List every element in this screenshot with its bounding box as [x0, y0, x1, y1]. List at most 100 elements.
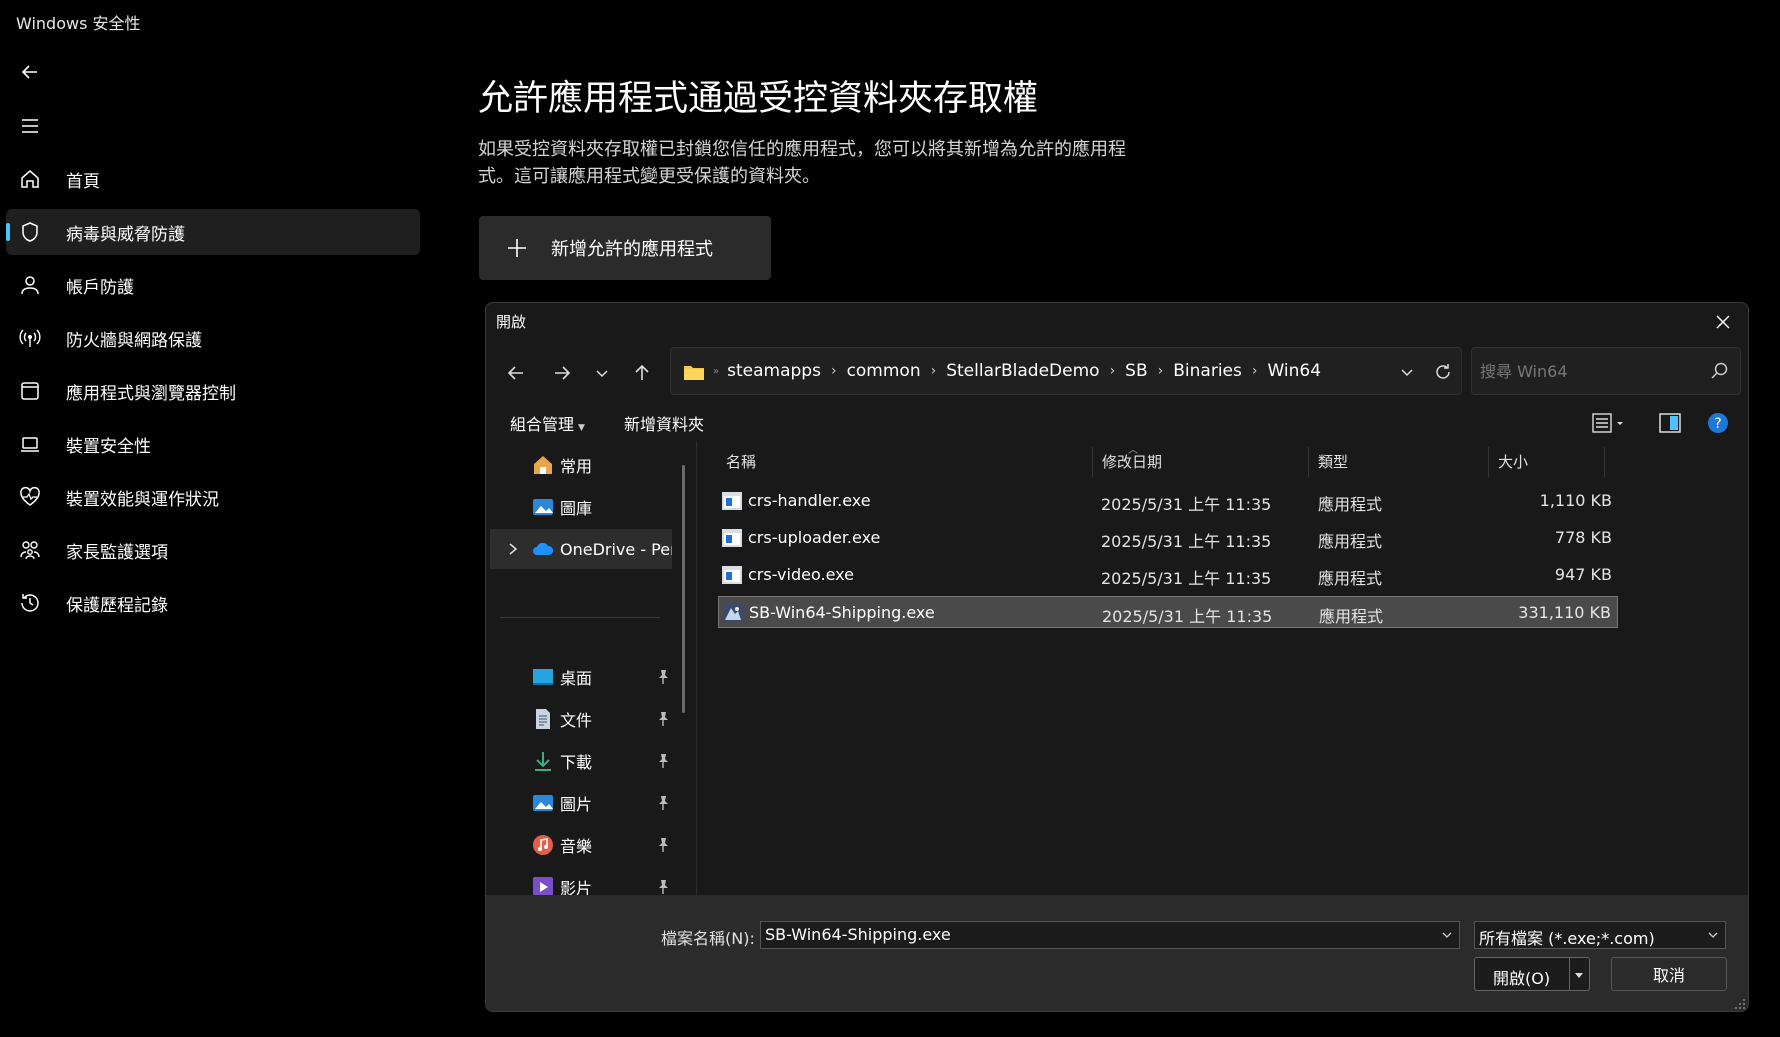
add-allowed-app-button[interactable]: 新增允許的應用程式 — [479, 216, 771, 280]
chevron-right-icon[interactable]: › — [1158, 363, 1164, 379]
refresh-icon — [1436, 364, 1450, 379]
family-icon — [18, 538, 42, 562]
search-icon[interactable] — [1710, 361, 1730, 381]
sidebar-item-app-browser[interactable]: 應用程式與瀏覽器控制 — [6, 368, 420, 414]
up-button[interactable] — [624, 355, 660, 391]
file-list-header: ︿ 名稱 修改日期 類型 大小 — [700, 441, 1748, 477]
file-date: 2025/5/31 上午 11:35 — [1101, 495, 1272, 514]
filename-input[interactable]: SB-Win64-Shipping.exe — [760, 921, 1460, 949]
column-header-type[interactable]: 類型 — [1318, 451, 1348, 472]
column-divider[interactable] — [1308, 447, 1309, 477]
column-header-date[interactable]: 修改日期 — [1102, 451, 1162, 472]
file-row[interactable]: crs-video.exe 2025/5/31 上午 11:35 應用程式 94… — [718, 559, 1618, 591]
home-icon — [18, 167, 42, 191]
chevron-down-icon[interactable] — [1441, 929, 1453, 941]
sidebar-item-firewall[interactable]: 防火牆與網路保護 — [6, 315, 420, 361]
new-folder-button[interactable]: 新增資料夾 — [624, 411, 704, 435]
chevron-right-icon[interactable]: › — [931, 363, 937, 379]
up-arrow-icon — [635, 364, 649, 380]
back-arrow-icon — [507, 366, 523, 380]
nav-item-pictures[interactable]: 圖片 — [490, 783, 672, 823]
cancel-button[interactable]: 取消 — [1611, 957, 1727, 991]
nav-item-music[interactable]: 音樂 — [490, 825, 672, 865]
dialog-close-button[interactable] — [1706, 307, 1740, 337]
nav-item-downloads[interactable]: 下載 — [490, 741, 672, 781]
exe-file-icon — [722, 529, 742, 547]
file-date: 2025/5/31 上午 11:35 — [1101, 569, 1272, 588]
app-title: Windows 安全性 — [16, 14, 141, 33]
sidebar-item-home[interactable]: 首頁 — [6, 156, 420, 202]
file-row-selected[interactable]: SB-Win64-Shipping.exe 2025/5/31 上午 11:35… — [718, 596, 1618, 628]
pin-icon — [659, 838, 668, 852]
file-size: 1,110 KB — [1539, 491, 1612, 510]
nav-item-onedrive[interactable]: OneDrive - Pers — [490, 529, 672, 569]
pane-divider[interactable] — [696, 441, 697, 895]
chevron-right-icon[interactable]: › — [831, 363, 837, 379]
refresh-button[interactable] — [1425, 356, 1461, 388]
column-divider[interactable] — [1092, 447, 1093, 477]
back-button[interactable] — [14, 56, 46, 88]
nav-item-documents[interactable]: 文件 — [490, 699, 672, 739]
sidebar-item-family[interactable]: 家長監護選項 — [6, 527, 420, 573]
sidebar-item-virus-protection[interactable]: 病毒與威脅防護 — [6, 209, 420, 255]
pin-icon — [659, 670, 668, 684]
open-button[interactable]: 開啟(O) — [1474, 957, 1590, 991]
chevron-down-icon — [1708, 932, 1718, 938]
breadcrumb-item[interactable]: Binaries — [1173, 361, 1242, 381]
sidebar-item-device-security[interactable]: 裝置安全性 — [6, 421, 420, 467]
search-input[interactable] — [1480, 358, 1700, 384]
address-history-button[interactable] — [1395, 360, 1419, 384]
chevron-right-icon[interactable] — [506, 540, 520, 558]
file-name: crs-uploader.exe — [748, 528, 881, 547]
change-view-button[interactable] — [1588, 407, 1628, 439]
file-row[interactable]: crs-uploader.exe 2025/5/31 上午 11:35 應用程式… — [718, 522, 1618, 554]
organize-menu[interactable]: 組合管理 ▼ — [510, 411, 585, 435]
pin-icon — [659, 796, 668, 810]
plus-icon — [497, 228, 537, 268]
folder-icon — [683, 363, 705, 380]
menu-button[interactable] — [14, 110, 46, 142]
nav-item-home[interactable]: 常用 — [490, 445, 672, 485]
breadcrumb-item[interactable]: Win64 — [1267, 361, 1321, 381]
help-button[interactable]: ? — [1698, 407, 1738, 439]
page-title: 允許應用程式通過受控資料夾存取權 — [478, 79, 1039, 119]
dropdown-triangle-icon[interactable] — [1573, 969, 1585, 981]
svg-text:?: ? — [1714, 416, 1721, 432]
sidebar-item-account[interactable]: 帳戶防護 — [6, 262, 420, 308]
back-button[interactable] — [498, 355, 534, 391]
file-date: 2025/5/31 上午 11:35 — [1101, 532, 1272, 551]
file-size: 947 KB — [1554, 565, 1612, 584]
sidebar-item-label: 應用程式與瀏覽器控制 — [66, 383, 236, 404]
column-header-name[interactable]: 名稱 — [726, 451, 756, 472]
preview-pane-button[interactable] — [1650, 407, 1690, 439]
recent-locations-button[interactable] — [584, 355, 620, 391]
search-box[interactable] — [1471, 347, 1741, 395]
nav-item-gallery[interactable]: 圖庫 — [490, 487, 672, 527]
details-view-icon — [1592, 413, 1623, 433]
chevron-right-icon[interactable]: › — [1110, 363, 1116, 379]
sidebar-item-label: 病毒與威脅防護 — [66, 224, 185, 245]
sidebar-item-label: 家長監護選項 — [66, 542, 168, 563]
forward-button[interactable] — [544, 355, 580, 391]
breadcrumb-item[interactable]: steamapps — [727, 361, 821, 381]
nav-item-label: OneDrive - Pers — [560, 539, 672, 559]
column-divider[interactable] — [1604, 447, 1605, 477]
breadcrumb-item[interactable]: common — [847, 361, 921, 381]
address-bar[interactable]: » steamapps › common › StellarBladeDemo … — [670, 347, 1462, 395]
nav-scrollbar[interactable] — [682, 465, 685, 713]
game-exe-icon — [723, 604, 743, 622]
file-row[interactable]: crs-handler.exe 2025/5/31 上午 11:35 應用程式 … — [718, 485, 1618, 517]
sidebar-item-device-health[interactable]: 裝置效能與運作狀況 — [6, 474, 420, 520]
nav-item-desktop[interactable]: 桌面 — [490, 657, 672, 697]
resize-grip-icon[interactable] — [1734, 998, 1746, 1010]
chevron-right-icon[interactable]: › — [1252, 363, 1258, 379]
heart-pulse-icon — [18, 485, 42, 509]
column-divider[interactable] — [1488, 447, 1489, 477]
sidebar-item-history[interactable]: 保護歷程記錄 — [6, 580, 420, 626]
breadcrumb-item[interactable]: StellarBladeDemo — [946, 361, 1099, 381]
column-header-size[interactable]: 大小 — [1498, 451, 1528, 472]
filetype-select[interactable]: 所有檔案 (*.exe;*.com) — [1474, 921, 1726, 949]
split-divider — [1569, 958, 1570, 990]
breadcrumb-item[interactable]: SB — [1125, 361, 1147, 381]
app-window-icon — [18, 379, 42, 403]
